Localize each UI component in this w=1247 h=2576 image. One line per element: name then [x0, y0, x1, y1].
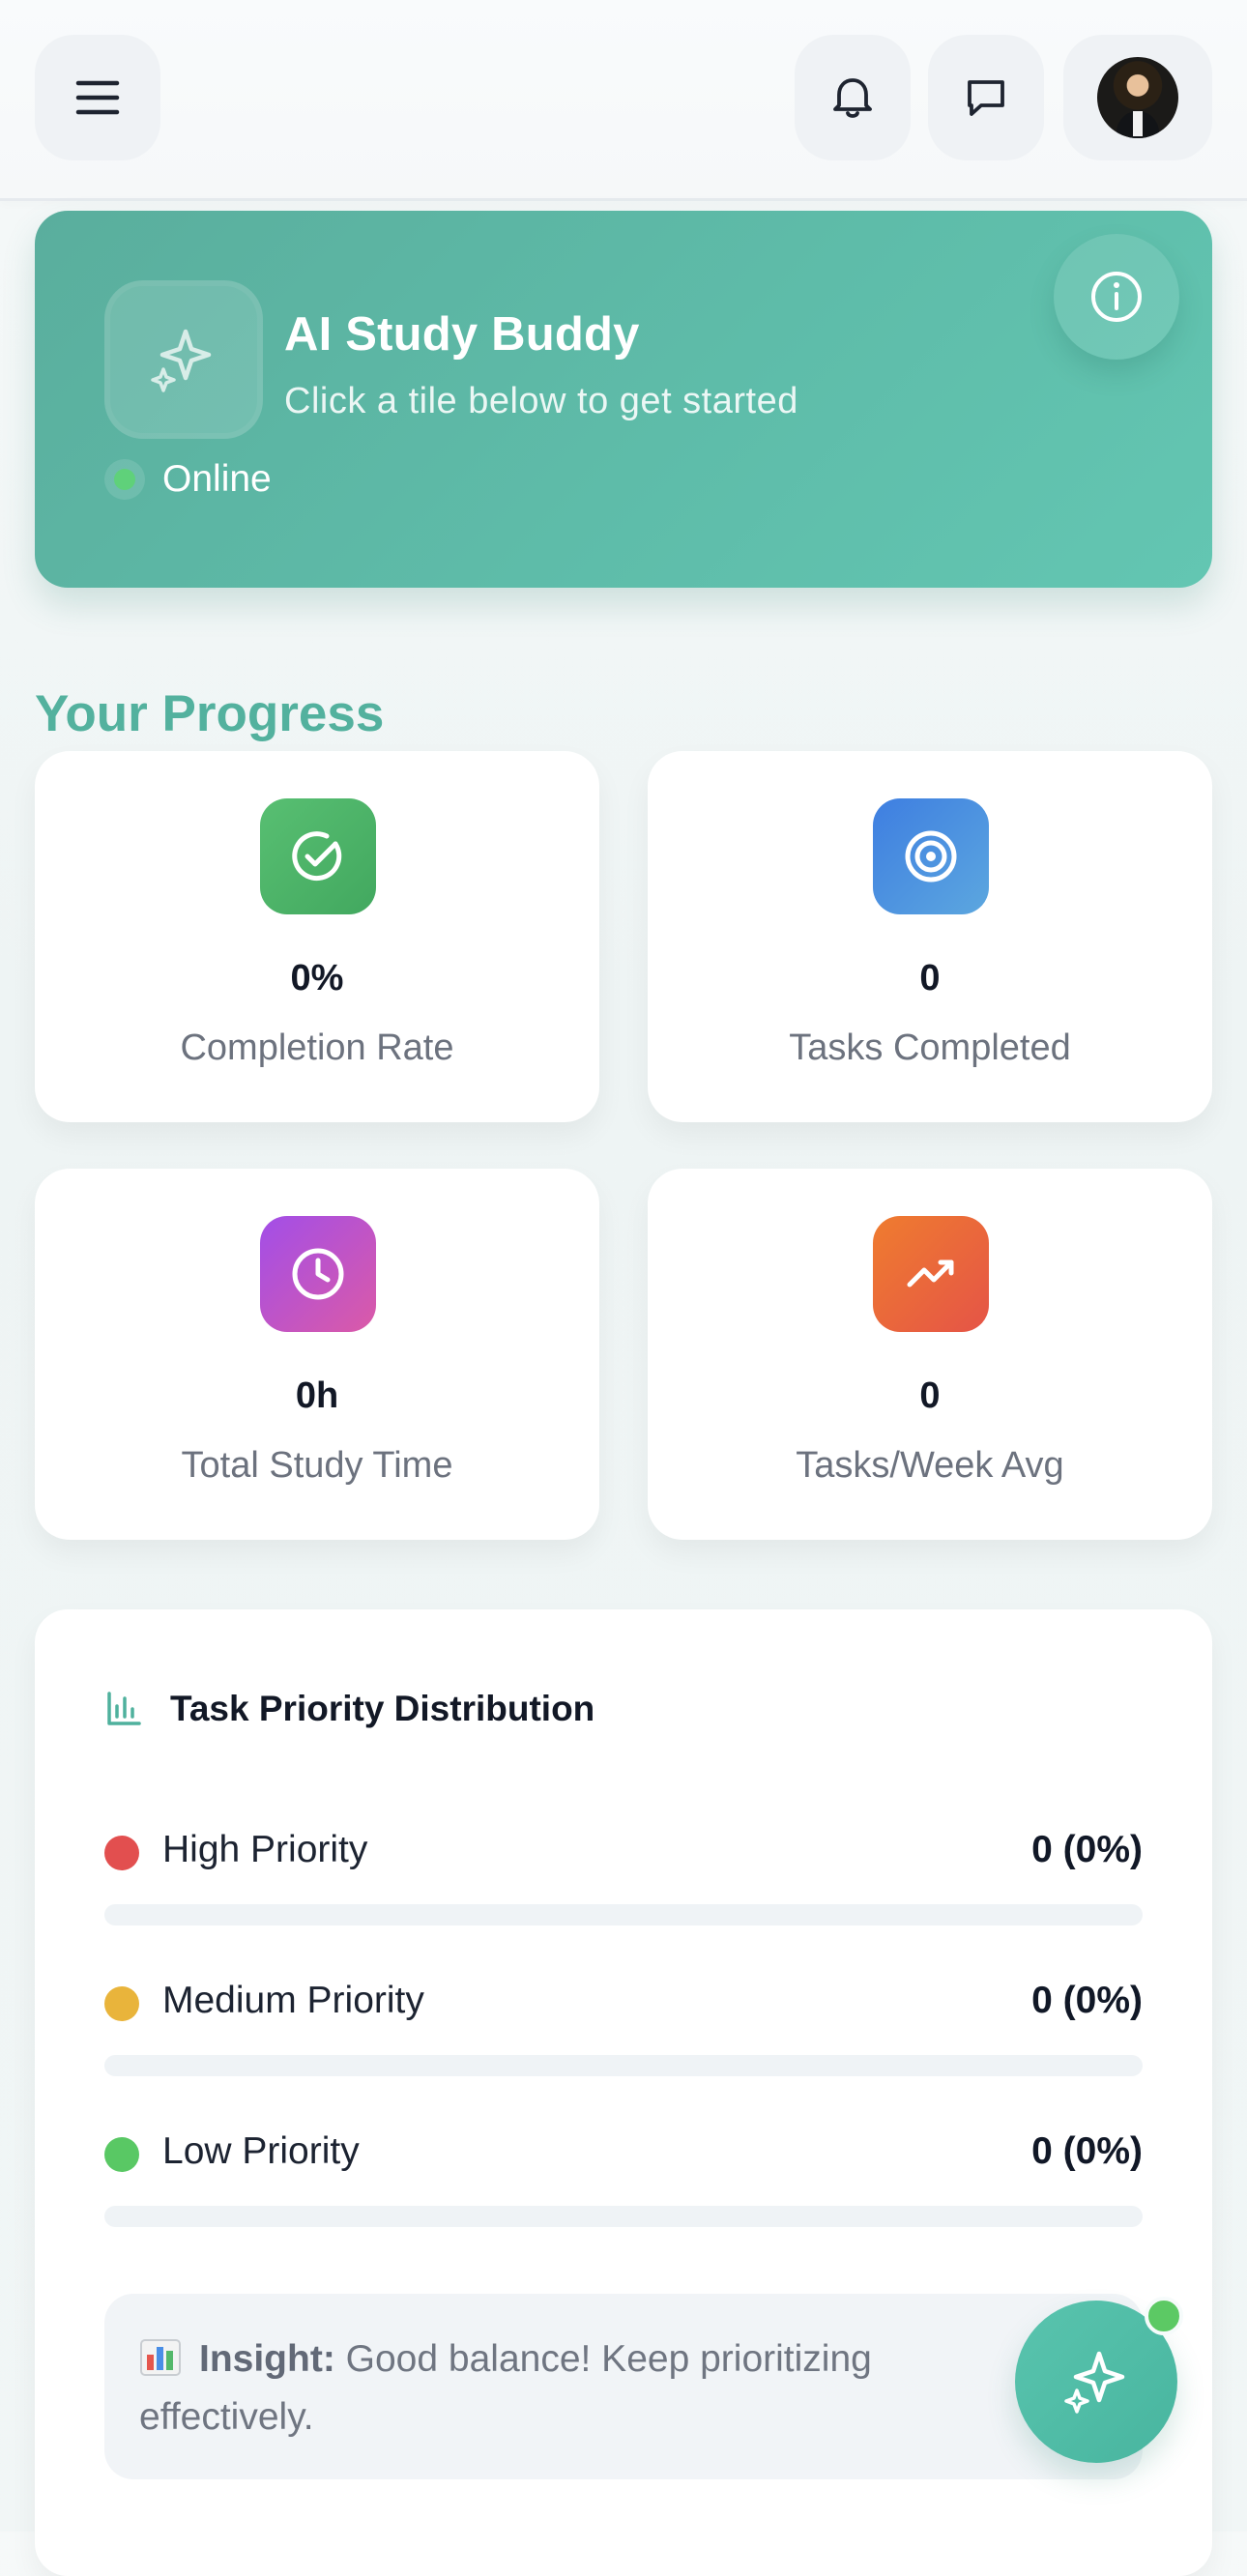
completion-rate-label: Completion Rate: [180, 1028, 454, 1068]
assistant-info-button[interactable]: [1054, 234, 1179, 360]
total-study-time-icon-tile: [260, 1216, 376, 1332]
ai-assistant-floating-button[interactable]: [1015, 2297, 1183, 2463]
bar-chart-icon: [107, 1692, 141, 1725]
total-study-time-value: 0h: [295, 1375, 339, 1416]
medium-priority-progress-track: [104, 2055, 1143, 2076]
low-priority-label: Low Priority: [162, 2130, 360, 2172]
target-icon: [905, 830, 957, 883]
priority-row-low: Low Priority 0 (0%): [104, 2124, 1143, 2227]
trend-up-icon: [907, 1259, 954, 1288]
bar-chart-emoji-icon: [140, 2339, 181, 2376]
menu-button[interactable]: [35, 35, 160, 160]
assistant-subtitle: Click a tile below to get started: [284, 381, 798, 421]
notifications-button[interactable]: [795, 35, 911, 160]
assistant-status: Online: [104, 458, 272, 501]
tasks-week-average-value: 0: [919, 1375, 941, 1416]
check-circle-icon: [292, 831, 342, 882]
bell-icon: [833, 78, 872, 118]
insight-box: Insight: Good balance! Keep prioritizing…: [104, 2294, 1143, 2479]
distribution-title: Task Priority Distribution: [170, 1689, 595, 1728]
profile-button[interactable]: [1063, 35, 1212, 160]
completion-rate-icon-tile: [260, 798, 376, 914]
assistant-card[interactable]: AI Study Buddy Click a tile below to get…: [35, 211, 1212, 588]
priority-row-high: High Priority 0 (0%): [104, 1822, 1143, 1925]
distribution-header: Task Priority Distribution: [104, 1689, 594, 1729]
low-priority-value: 0 (0%): [1031, 2130, 1143, 2172]
info-icon: [1091, 272, 1142, 322]
low-priority-progress-track: [104, 2206, 1143, 2227]
high-priority-dot: [104, 1836, 139, 1870]
tasks-completed-icon-tile: [873, 798, 989, 914]
priority-row-medium: Medium Priority 0 (0%): [104, 1973, 1143, 2076]
assistant-title: AI Study Buddy: [284, 308, 640, 361]
tasks-completed-card[interactable]: 0 Tasks Completed: [648, 751, 1212, 1122]
sparkles-icon: [1064, 2351, 1125, 2414]
assistant-online-badge: [1145, 2297, 1183, 2335]
progress-heading: Your Progress: [35, 684, 385, 742]
messages-button[interactable]: [928, 35, 1044, 160]
top-navigation-bar: [0, 0, 1247, 201]
sparkles-icon: [151, 329, 212, 392]
high-priority-progress-track: [104, 1904, 1143, 1925]
tasks-completed-value: 0: [919, 958, 941, 999]
assistant-status-text: Online: [162, 458, 272, 500]
total-study-time-label: Total Study Time: [181, 1445, 453, 1486]
menu-icon: [75, 80, 120, 115]
clock-icon: [292, 1248, 344, 1300]
medium-priority-label: Medium Priority: [162, 1980, 424, 2021]
tasks-week-average-icon-tile: [873, 1216, 989, 1332]
total-study-time-card[interactable]: 0h Total Study Time: [35, 1169, 599, 1540]
high-priority-label: High Priority: [162, 1829, 368, 1870]
completion-rate-card[interactable]: 0% Completion Rate: [35, 751, 599, 1122]
insight-message: Insight: Good balance! Keep prioritizing…: [139, 2330, 971, 2446]
medium-priority-value: 0 (0%): [1031, 1980, 1143, 2021]
low-priority-dot: [104, 2137, 139, 2172]
online-status-icon: [104, 459, 145, 500]
insight-label: Insight:: [199, 2338, 335, 2380]
tasks-week-average-label: Tasks/Week Avg: [796, 1445, 1064, 1486]
avatar: [1097, 57, 1178, 138]
tasks-completed-label: Tasks Completed: [789, 1028, 1071, 1068]
high-priority-value: 0 (0%): [1031, 1829, 1143, 1870]
tasks-week-average-card[interactable]: 0 Tasks/Week Avg: [648, 1169, 1212, 1540]
medium-priority-dot: [104, 1986, 139, 2021]
chat-icon: [968, 80, 1004, 116]
assistant-logo: [104, 280, 263, 439]
completion-rate-value: 0%: [290, 958, 344, 999]
